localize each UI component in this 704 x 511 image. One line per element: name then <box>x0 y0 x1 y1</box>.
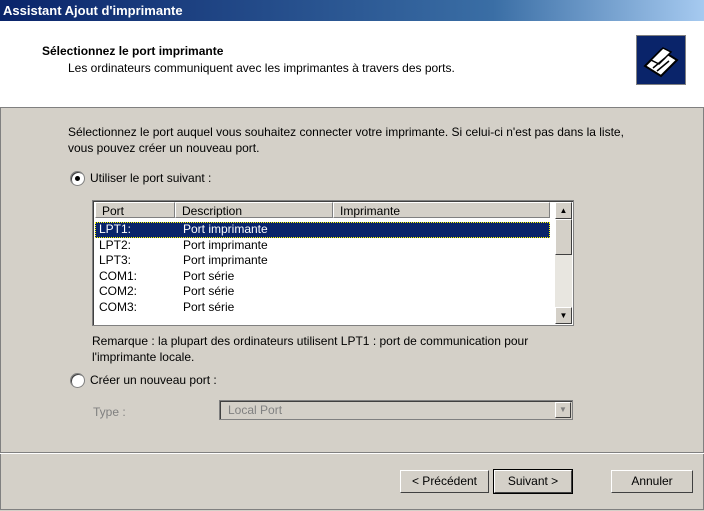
column-header-printer[interactable]: Imprimante <box>333 202 550 218</box>
table-row[interactable]: LPT3: Port imprimante <box>95 253 550 269</box>
scroll-down-icon[interactable]: ▼ <box>555 307 572 324</box>
table-row[interactable]: LPT2: Port imprimante <box>95 238 550 254</box>
back-button[interactable]: < Précédent <box>400 470 489 493</box>
column-header-description[interactable]: Description <box>175 202 333 218</box>
intro-text: Sélectionnez le port auquel vous souhait… <box>68 125 624 155</box>
printer-icon <box>636 35 686 85</box>
column-header-port[interactable]: Port <box>95 202 175 218</box>
table-row[interactable]: COM2: Port série <box>95 284 550 300</box>
port-cell: COM3: <box>99 299 138 314</box>
ports-list-scrollbar[interactable]: ▲ ▼ <box>555 202 572 324</box>
scroll-up-icon[interactable]: ▲ <box>555 202 572 219</box>
table-row[interactable]: LPT1: Port imprimante <box>95 222 550 238</box>
remark-text: Remarque : la plupart des ordinateurs ut… <box>92 334 529 364</box>
description-cell: Port série <box>183 284 235 298</box>
port-cell: LPT3: <box>99 253 132 267</box>
table-row[interactable]: COM3: Port série <box>95 300 550 316</box>
port-cell: COM1: <box>99 268 138 283</box>
wizard-header: Sélectionnez le port imprimante Les ordi… <box>0 21 704 108</box>
port-cell: LPT1: <box>99 222 132 236</box>
type-label: Type : <box>93 405 126 419</box>
use-existing-port-radio[interactable] <box>70 171 85 186</box>
ports-list-rows: LPT1: Port imprimante LPT2: Port imprima… <box>95 222 550 315</box>
description-cell: Port imprimante <box>183 237 268 252</box>
ports-list-header: Port Description Imprimante <box>95 202 550 219</box>
port-cell: COM2: <box>99 284 138 298</box>
description-cell: Port imprimante <box>183 222 268 236</box>
use-existing-port-label[interactable]: Utiliser le port suivant : <box>90 171 211 185</box>
header-title: Sélectionnez le port imprimante <box>42 44 224 58</box>
next-button[interactable]: Suivant > <box>493 469 573 494</box>
footer-divider-highlight <box>0 453 704 454</box>
title-bar[interactable]: Assistant Ajout d'imprimante <box>0 0 704 21</box>
cancel-button[interactable]: Annuler <box>611 470 693 493</box>
chevron-down-icon[interactable]: ▼ <box>555 402 571 418</box>
ports-list[interactable]: Port Description Imprimante LPT1: Port i… <box>92 200 574 326</box>
scroll-thumb[interactable] <box>555 219 572 255</box>
port-type-value: Local Port <box>228 403 283 417</box>
port-type-select[interactable]: Local Port ▼ <box>219 400 573 420</box>
table-row[interactable]: COM1: Port série <box>95 269 550 285</box>
window-title: Assistant Ajout d'imprimante <box>3 3 183 18</box>
description-cell: Port imprimante <box>183 253 268 267</box>
description-cell: Port série <box>183 268 235 283</box>
header-subtitle: Les ordinateurs communiquent avec les im… <box>68 61 455 75</box>
description-cell: Port série <box>183 299 235 314</box>
create-new-port-radio[interactable] <box>70 373 85 388</box>
port-cell: LPT2: <box>99 237 132 252</box>
create-new-port-label[interactable]: Créer un nouveau port : <box>90 373 217 387</box>
